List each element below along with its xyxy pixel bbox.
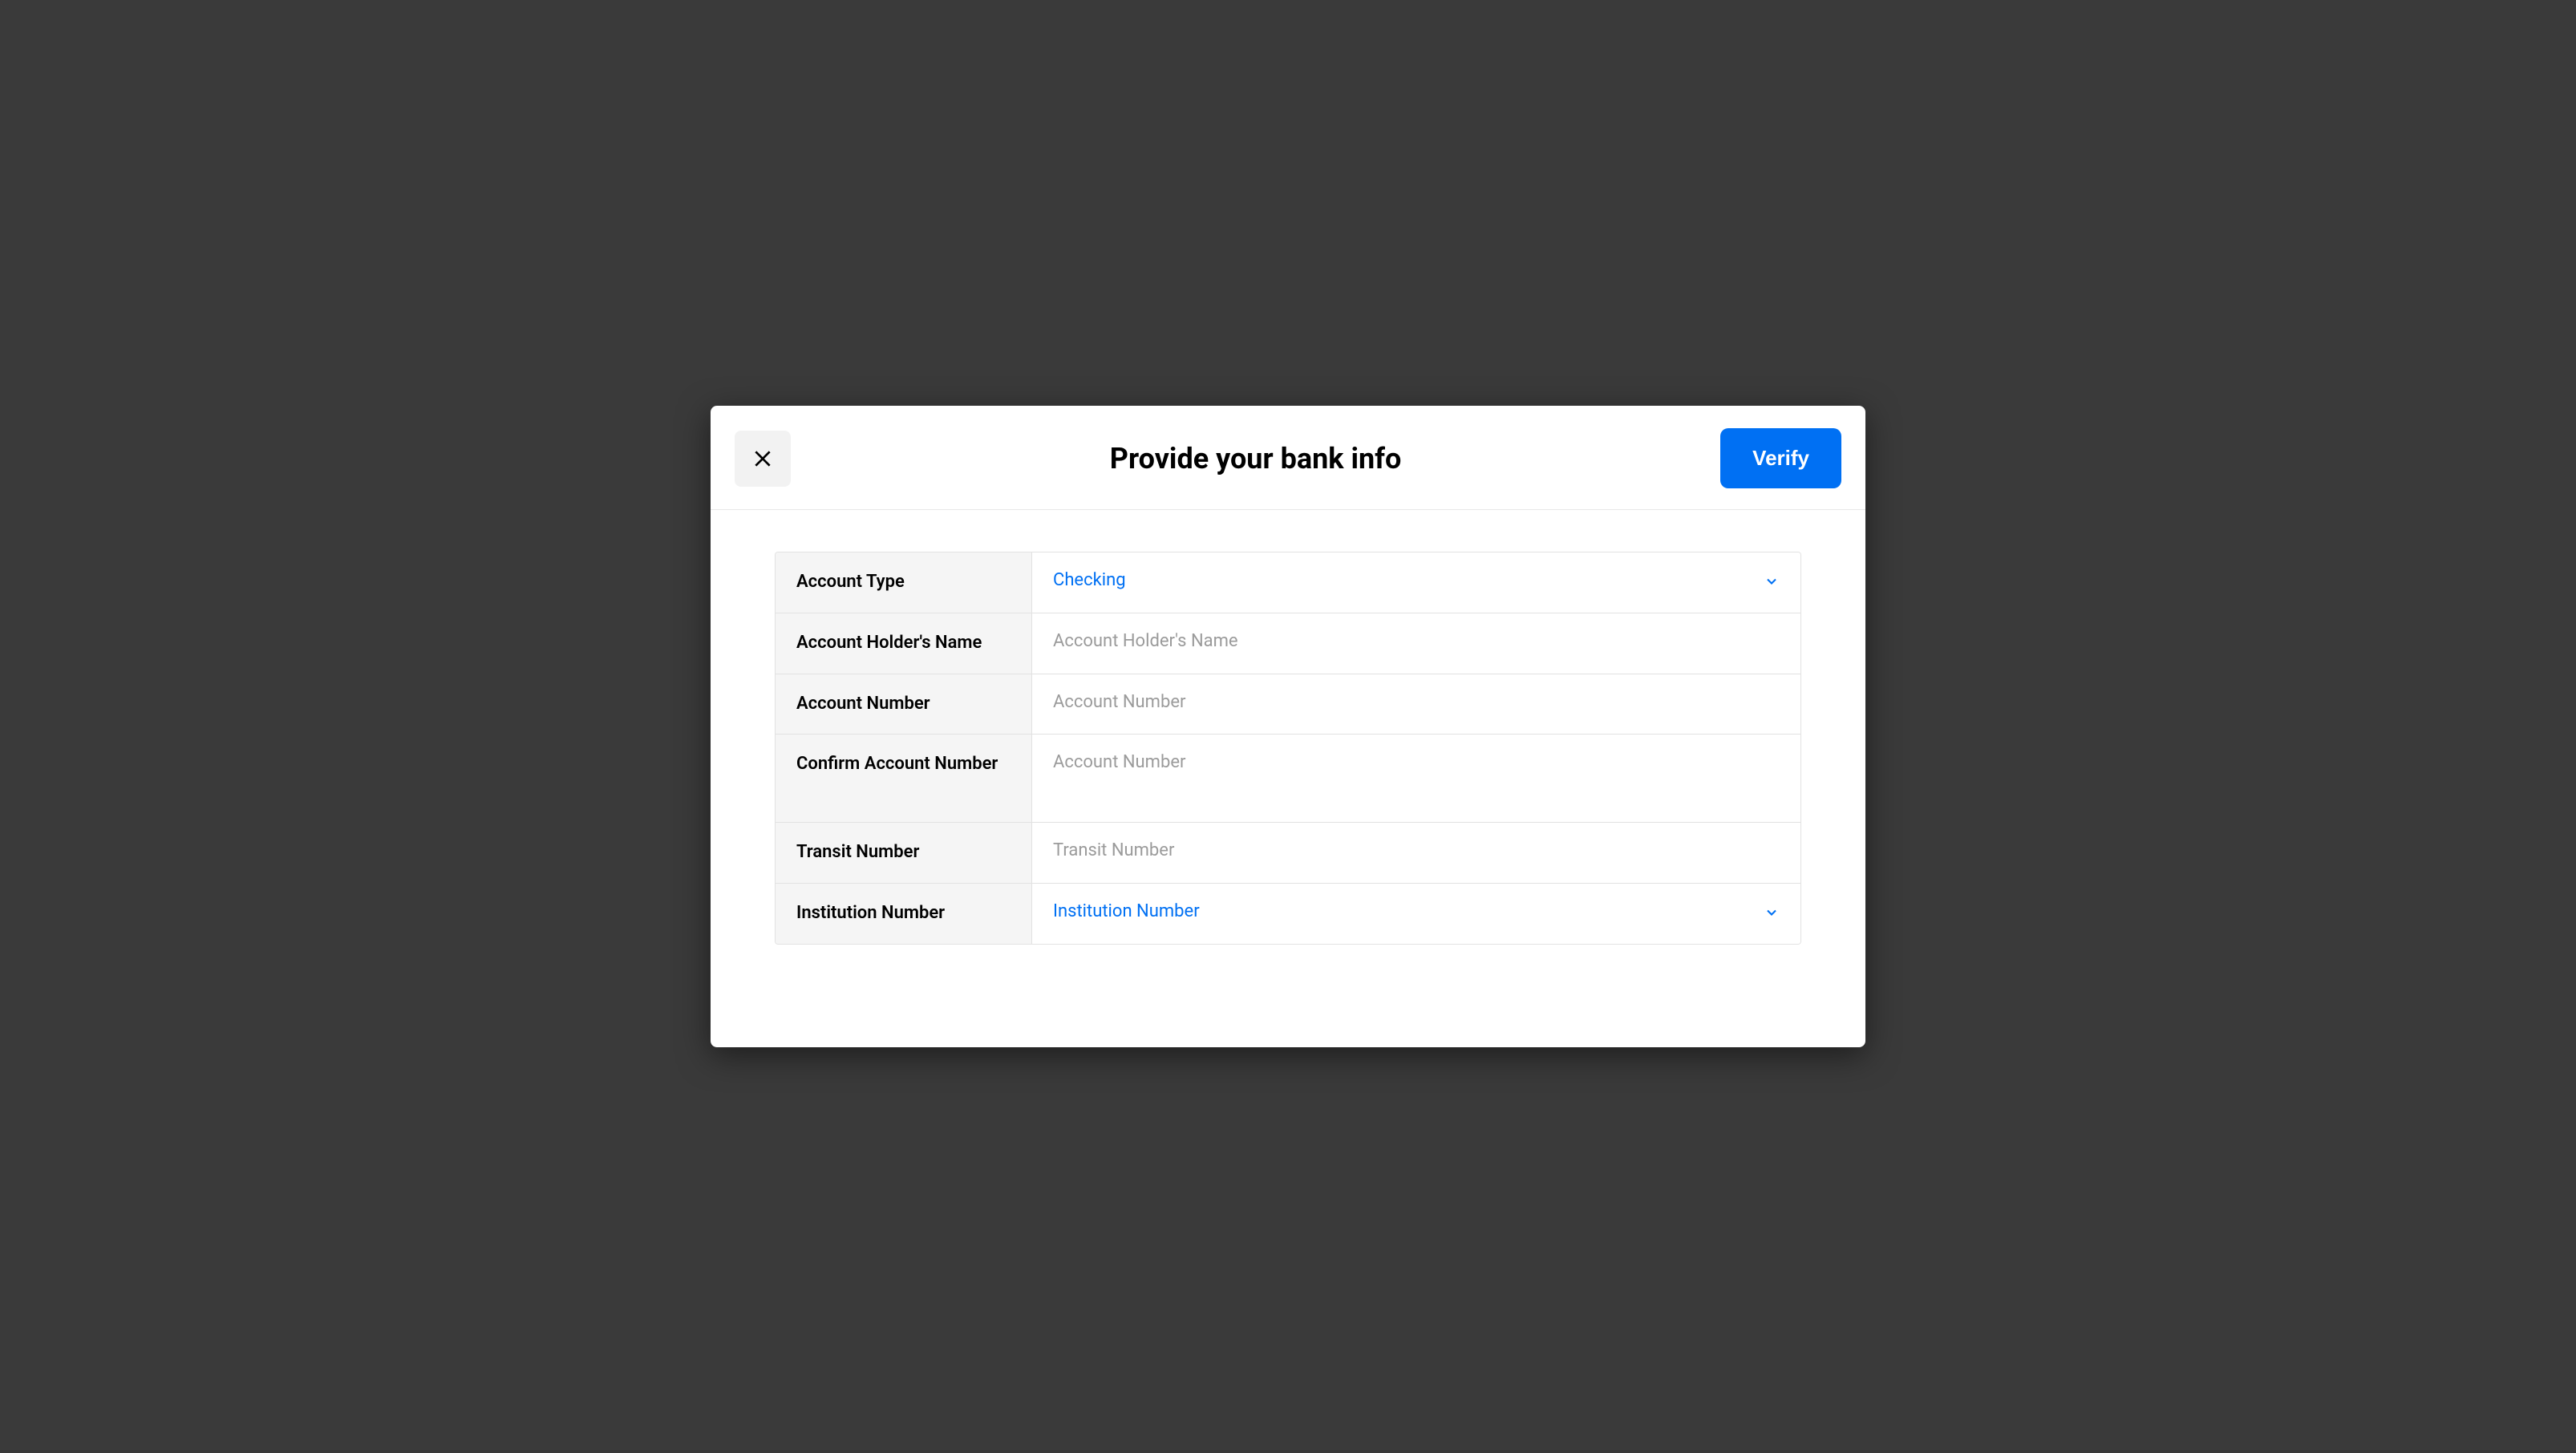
cell-transit-number — [1032, 823, 1800, 883]
account-number-input[interactable] — [1053, 692, 1780, 712]
label-account-holder-name: Account Holder's Name — [776, 613, 1032, 674]
row-institution-number: Institution Number Institution Number — [776, 884, 1800, 944]
label-transit-number: Transit Number — [776, 823, 1032, 883]
modal-header: Provide your bank info Verify — [711, 406, 1865, 510]
form-area: Account Type Checking Account Holder's N… — [711, 510, 1865, 986]
bank-info-modal: Provide your bank info Verify Account Ty… — [711, 406, 1865, 1047]
label-confirm-account-number: Confirm Account Number — [776, 735, 1032, 822]
row-transit-number: Transit Number — [776, 823, 1800, 884]
label-institution-number: Institution Number — [776, 884, 1032, 944]
cell-account-holder-name — [1032, 613, 1800, 674]
transit-number-input[interactable] — [1053, 840, 1780, 860]
cell-confirm-account-number — [1032, 735, 1800, 822]
select-account-type[interactable]: Checking — [1032, 552, 1800, 613]
row-account-holder-name: Account Holder's Name — [776, 613, 1800, 674]
cell-account-number — [1032, 674, 1800, 735]
form-table: Account Type Checking Account Holder's N… — [775, 552, 1801, 945]
account-holder-name-input[interactable] — [1053, 631, 1780, 651]
verify-button[interactable]: Verify — [1720, 428, 1841, 488]
page-title: Provide your bank info — [791, 442, 1720, 476]
close-button[interactable] — [735, 431, 791, 487]
chevron-down-icon — [1764, 573, 1780, 589]
select-institution-number[interactable]: Institution Number — [1032, 884, 1800, 944]
close-icon — [752, 448, 773, 469]
institution-number-placeholder: Institution Number — [1053, 901, 1764, 921]
row-account-number: Account Number — [776, 674, 1800, 735]
label-account-type: Account Type — [776, 552, 1032, 613]
confirm-account-number-input[interactable] — [1053, 752, 1780, 772]
label-account-number: Account Number — [776, 674, 1032, 735]
row-confirm-account-number: Confirm Account Number — [776, 735, 1800, 823]
row-account-type: Account Type Checking — [776, 552, 1800, 613]
account-type-value: Checking — [1053, 570, 1764, 590]
chevron-down-icon — [1764, 905, 1780, 921]
